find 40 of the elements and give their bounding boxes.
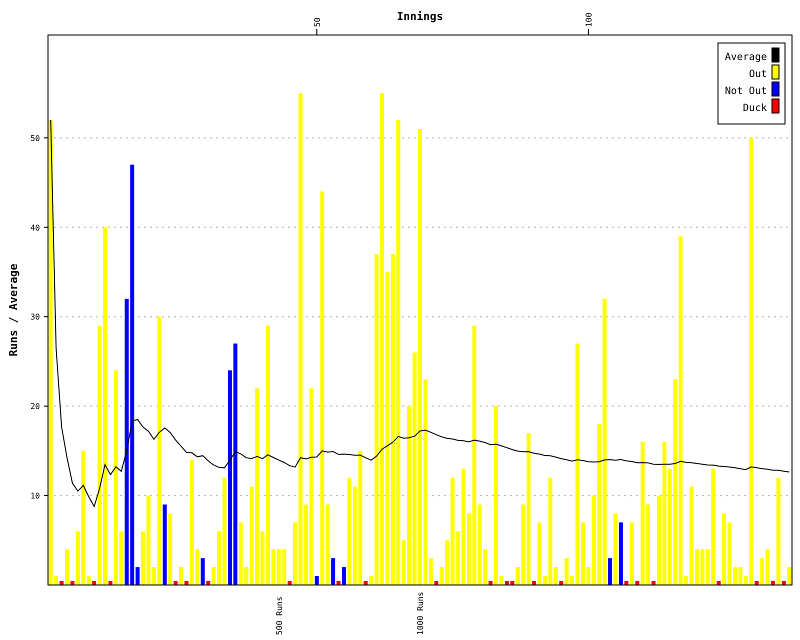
tick-label: 100 [584,12,594,27]
annotation-label: 1000 Runs [416,592,425,635]
duck-marker [559,581,564,585]
duck-marker [336,581,341,585]
duck-marker [288,581,292,585]
duck-marker [488,581,493,585]
axis-title: Runs / Average [7,264,20,356]
duck-marker [184,581,188,585]
duck-marker [652,581,656,585]
bar [787,567,792,585]
duck-marker [434,581,438,585]
tick-label: 40 [30,223,40,232]
duck-marker [532,581,536,585]
duck-marker [771,581,775,585]
duck-marker [174,581,178,585]
duck-marker [206,581,210,585]
legend-label: Duck [742,103,767,114]
duck-marker [364,581,368,585]
axis-title: Innings [396,10,444,23]
duck-marker [108,581,112,585]
annotation-label: 500 Runs [274,596,284,635]
duck-marker [635,581,640,585]
tick-label: 50 [30,134,40,143]
duck-marker [782,581,786,585]
duck-marker [716,581,721,585]
tick-label: 50 [312,17,322,27]
legend-label: Not Out [724,86,767,97]
duck-marker [92,581,96,585]
legend-label: Out [748,69,767,80]
tick-label: 30 [30,312,40,322]
duck-marker [624,581,628,585]
tick-label: 10 [30,492,40,501]
duck-marker [754,581,759,585]
legend-label: Average [724,52,767,63]
bar [630,522,634,585]
duck-marker [60,581,64,585]
bar [65,549,69,585]
tick-label: 20 [30,402,40,412]
duck-marker [70,581,74,585]
bar [179,567,184,585]
